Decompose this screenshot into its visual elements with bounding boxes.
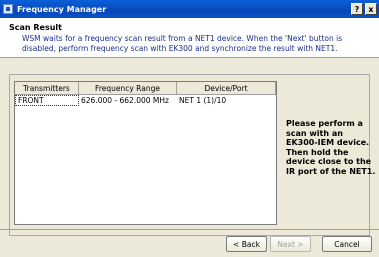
page-title: Scan Result <box>9 23 62 32</box>
cell-frequency-range: 626.000 - 662.000 MHz <box>81 96 169 105</box>
transmitters-table[interactable]: Transmitters Frequency Range Device/Port… <box>14 81 277 225</box>
close-button[interactable]: x <box>365 3 377 15</box>
cancel-button[interactable]: Cancel <box>322 236 372 252</box>
column-header-frequency-range[interactable]: Frequency Range <box>79 82 177 94</box>
instruction-text: Please perform a scan with an EK300-IEM … <box>286 119 376 176</box>
header-panel: Scan Result WSM waits for a frequency sc… <box>0 18 379 58</box>
title-bar: Frequency Manager ? x <box>0 0 379 18</box>
frequency-manager-window: Frequency Manager ? x Scan Result WSM wa… <box>0 0 379 257</box>
cell-transmitter: FRONT <box>15 95 79 106</box>
column-header-device-port[interactable]: Device/Port <box>177 82 276 94</box>
footer-divider <box>0 229 379 230</box>
column-header-transmitters[interactable]: Transmitters <box>15 82 79 94</box>
help-button[interactable]: ? <box>351 3 363 15</box>
back-button[interactable]: < Back <box>226 236 267 252</box>
table-header: Transmitters Frequency Range Device/Port <box>15 82 276 95</box>
table-row[interactable]: FRONT 626.000 - 662.000 MHz NET 1 (1)/10 <box>15 95 276 106</box>
cell-device-port: NET 1 (1)/10 <box>179 96 227 105</box>
next-button[interactable]: Next > <box>270 236 311 252</box>
window-title: Frequency Manager <box>17 4 107 14</box>
app-icon <box>3 4 13 14</box>
page-description: WSM waits for a frequency scan result fr… <box>22 34 343 53</box>
